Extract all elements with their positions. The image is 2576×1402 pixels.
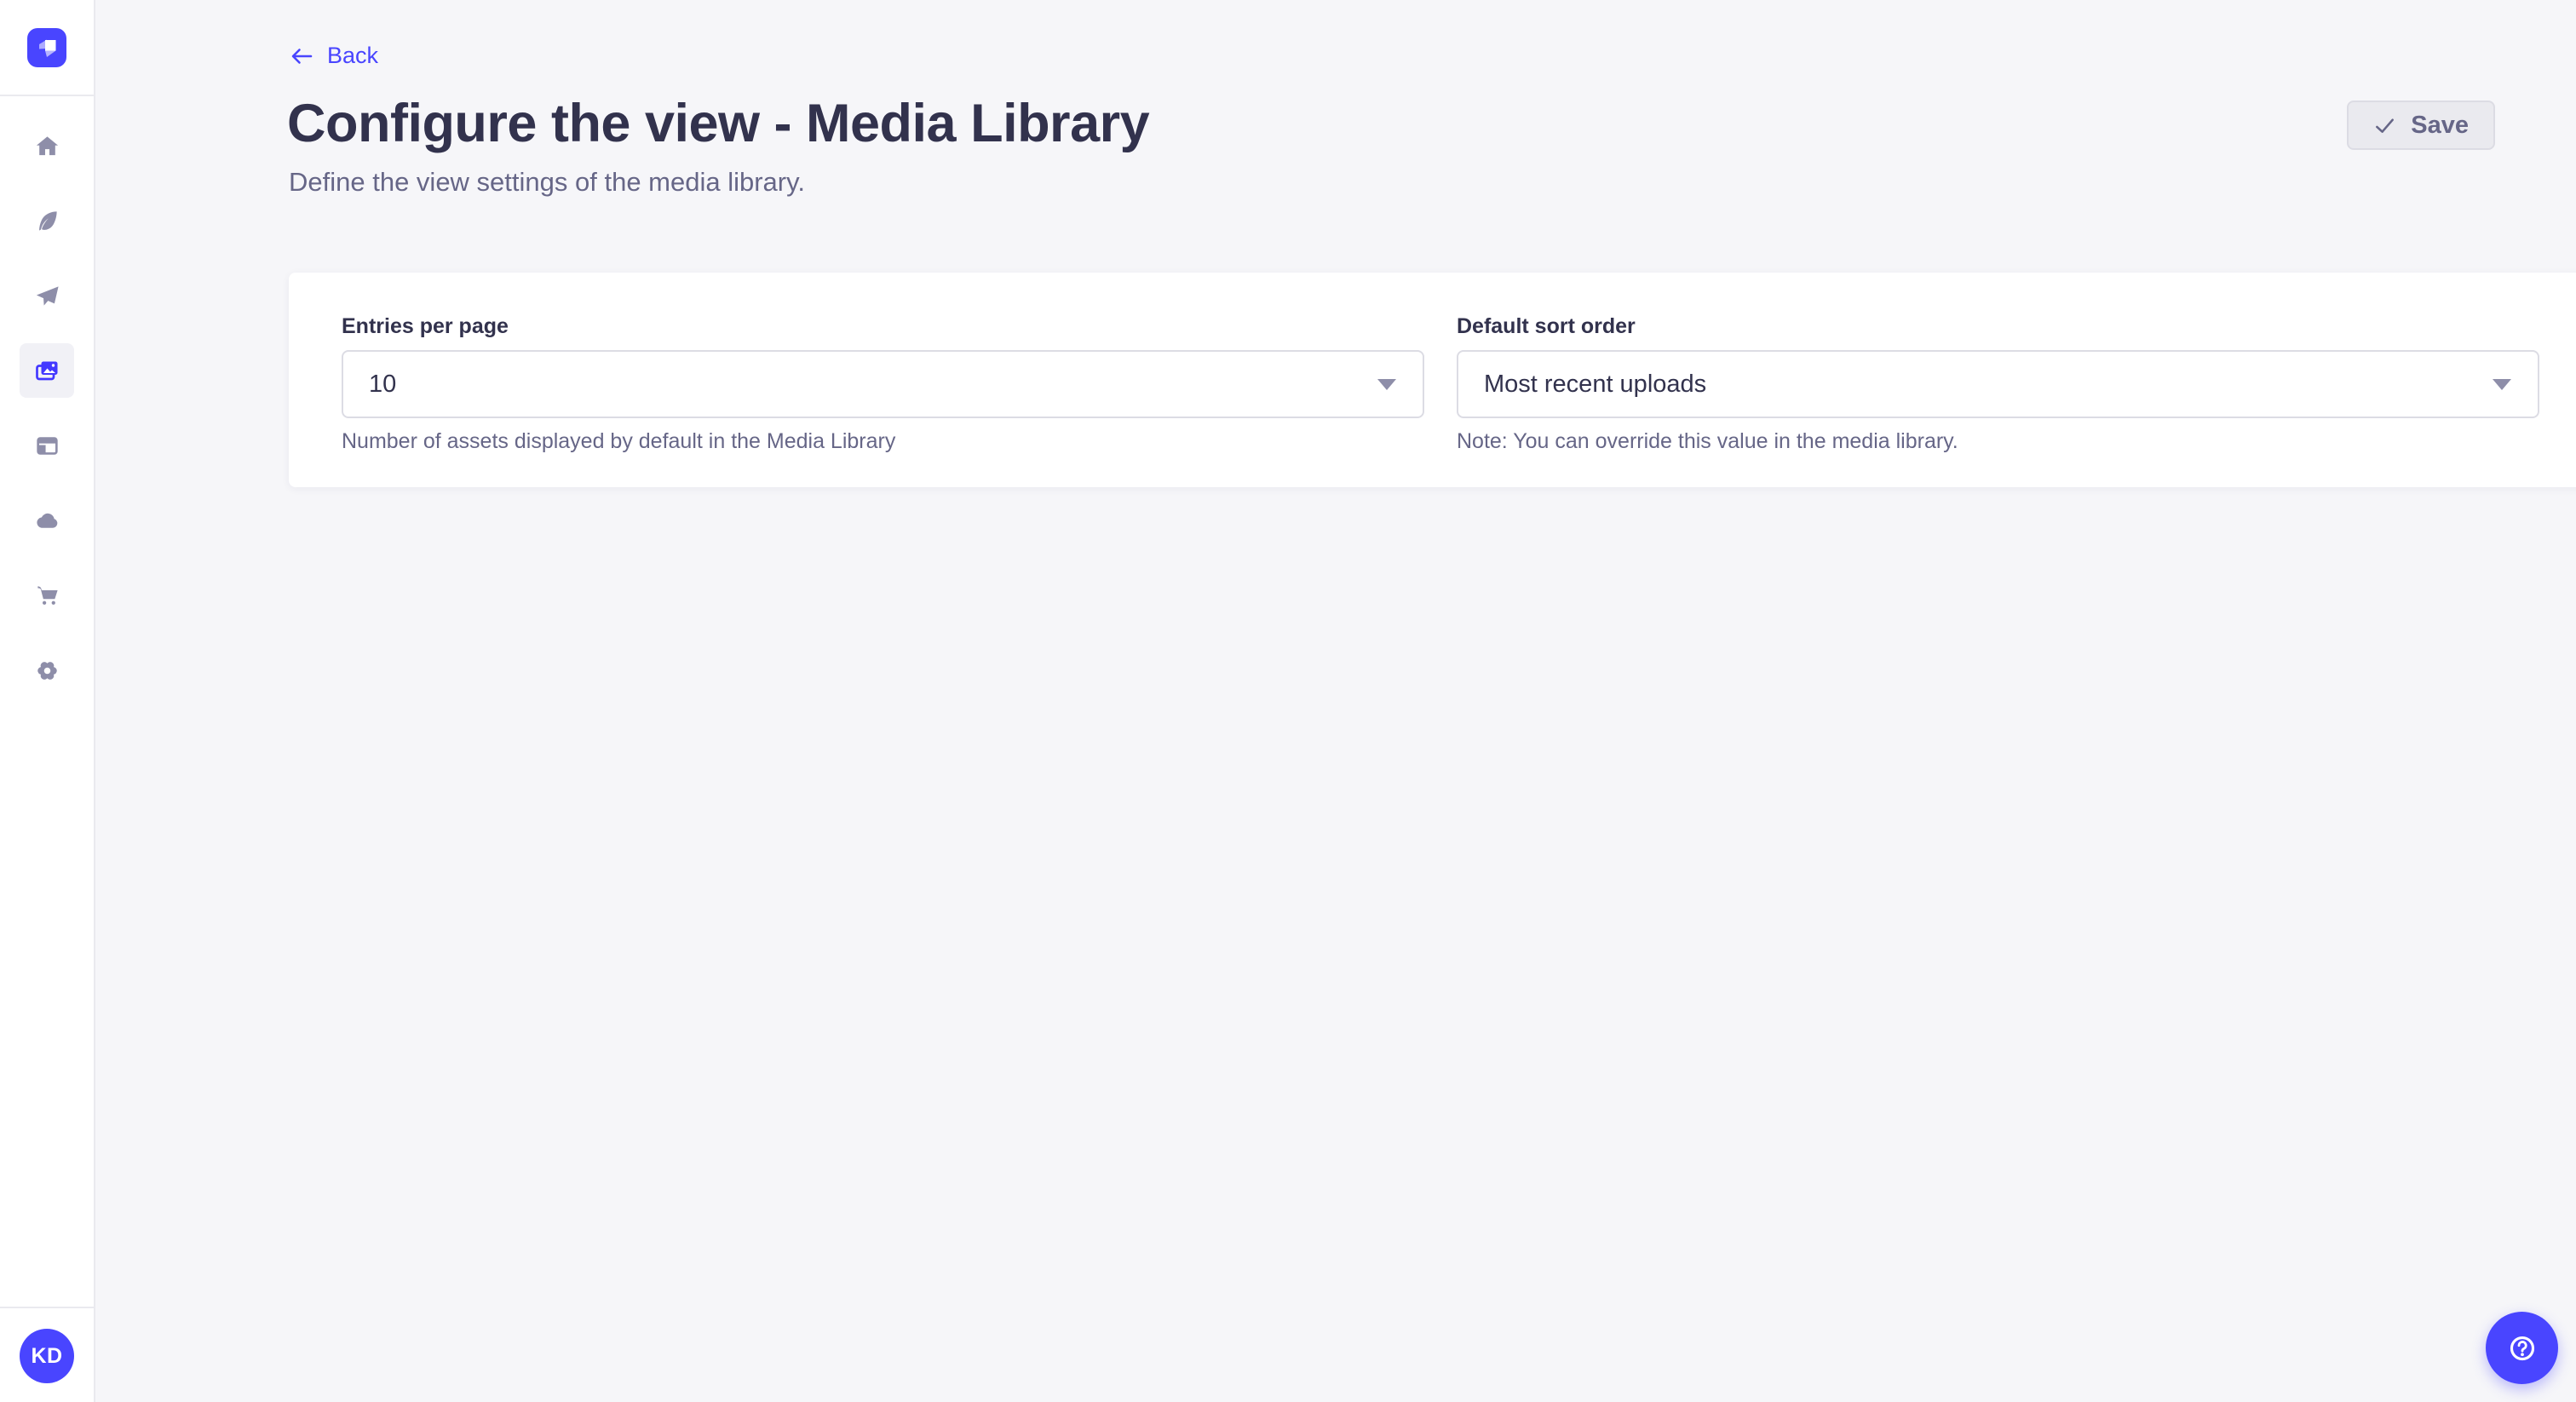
default-sort-order-value: Most recent uploads (1484, 371, 1706, 399)
sidebar-item-cloud[interactable] (20, 493, 74, 548)
sidebar-footer: KD (0, 1307, 94, 1402)
help-button[interactable] (2486, 1312, 2558, 1384)
field-default-sort-order: Default sort order Most recent uploads N… (1457, 313, 2539, 454)
back-link[interactable]: Back (289, 43, 378, 69)
default-sort-order-hint: Note: You can override this value in the… (1457, 429, 2539, 454)
sidebar-item-home[interactable] (20, 118, 74, 173)
sidebar-item-settings[interactable] (20, 643, 74, 698)
sidebar-nav (20, 118, 74, 698)
save-button[interactable]: Save (2347, 101, 2495, 150)
default-sort-order-label: Default sort order (1457, 313, 2539, 339)
save-label: Save (2411, 112, 2469, 140)
paper-plane-icon (34, 283, 60, 309)
view-settings-card: Entries per page 10 Number of assets dis… (289, 273, 2576, 487)
chevron-down-icon (2493, 379, 2511, 390)
home-icon (34, 133, 60, 159)
logo-container (0, 0, 94, 96)
sidebar-item-content-manager[interactable] (20, 193, 74, 248)
entries-per-page-hint: Number of assets displayed by default in… (342, 429, 1424, 454)
feather-icon (34, 208, 60, 234)
entries-per-page-value: 10 (369, 371, 396, 399)
page-title: Configure the view - Media Library (287, 94, 1149, 154)
main-sidebar: KD (0, 0, 95, 1402)
main-content: Back Configure the view - Media Library … (97, 0, 2576, 1402)
strapi-logo-icon (27, 28, 66, 67)
page-subtitle: Define the view settings of the media li… (289, 167, 805, 198)
layout-icon (34, 433, 60, 459)
chevron-down-icon (1377, 379, 1396, 390)
gear-icon (34, 658, 60, 684)
sidebar-item-releases[interactable] (20, 268, 74, 323)
pictures-icon (33, 358, 61, 384)
check-icon (2373, 114, 2396, 137)
strapi-logo[interactable] (27, 28, 66, 67)
sidebar-item-content-type-builder[interactable] (20, 418, 74, 473)
arrow-left-icon (289, 43, 314, 69)
sidebar-item-marketplace[interactable] (20, 568, 74, 623)
back-label: Back (327, 43, 378, 69)
question-mark-circle-icon (2505, 1331, 2539, 1365)
entries-per-page-label: Entries per page (342, 313, 1424, 339)
user-avatar[interactable]: KD (20, 1329, 74, 1383)
field-entries-per-page: Entries per page 10 Number of assets dis… (342, 313, 1424, 454)
cart-icon (34, 583, 60, 609)
cloud-icon (34, 508, 60, 534)
entries-per-page-select[interactable]: 10 (342, 350, 1424, 418)
sidebar-item-media-library[interactable] (20, 343, 74, 398)
default-sort-order-select[interactable]: Most recent uploads (1457, 350, 2539, 418)
